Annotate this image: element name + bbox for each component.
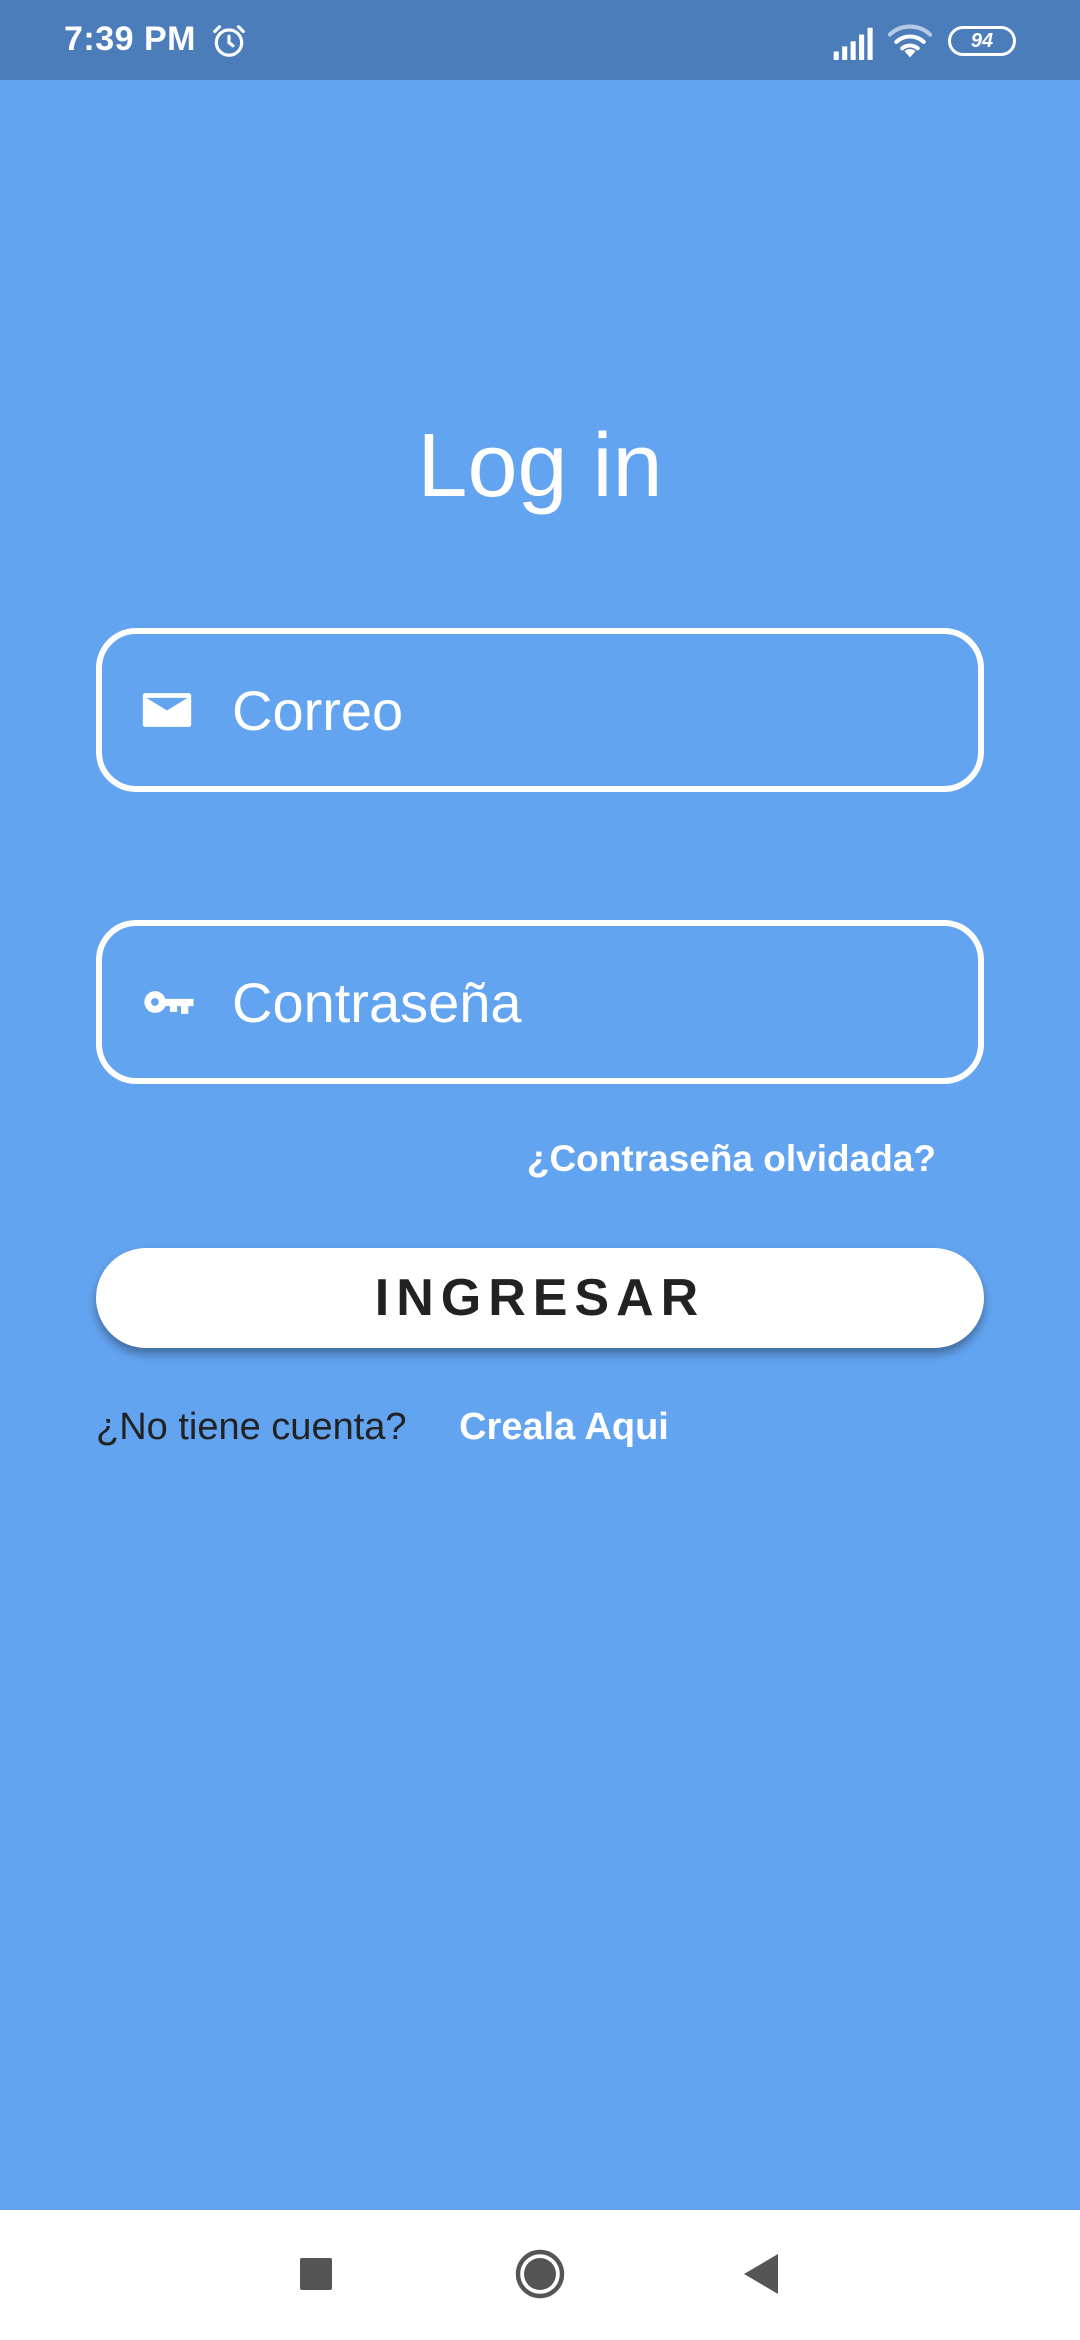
mail-icon [142,693,192,727]
key-icon [144,991,194,1014]
no-account-prompt: ¿No tiene cuenta? [96,1406,407,1448]
battery-icon: 94 [948,26,1016,56]
signup-row: ¿No tiene cuenta? Creala Aqui [96,1406,669,1449]
back-icon[interactable] [740,2252,780,2296]
wifi-icon [888,24,932,58]
email-field[interactable] [96,628,984,792]
alarm-icon [213,25,245,57]
create-account-link[interactable]: Creala Aqui [459,1406,669,1448]
submit-button[interactable]: INGRESAR [96,1248,984,1348]
password-input[interactable] [232,926,978,1078]
page-title: Log in [417,416,663,516]
email-input[interactable] [232,634,978,786]
home-icon[interactable] [514,2248,566,2300]
status-time: 7:39 PM [64,20,196,58]
recents-icon[interactable] [300,2258,332,2290]
signal-icon [833,27,873,60]
forgot-password-link[interactable]: ¿Contraseña olvidada? [527,1138,936,1180]
battery-level: 94 [970,29,994,52]
navigation-bar [0,2210,1080,2340]
status-bar: 7:39 PM 94 [0,0,1080,80]
login-screen: Log in ¿Contraseña olvidada? INGRESAR ¿N… [0,80,1080,2210]
password-field[interactable] [96,920,984,1084]
